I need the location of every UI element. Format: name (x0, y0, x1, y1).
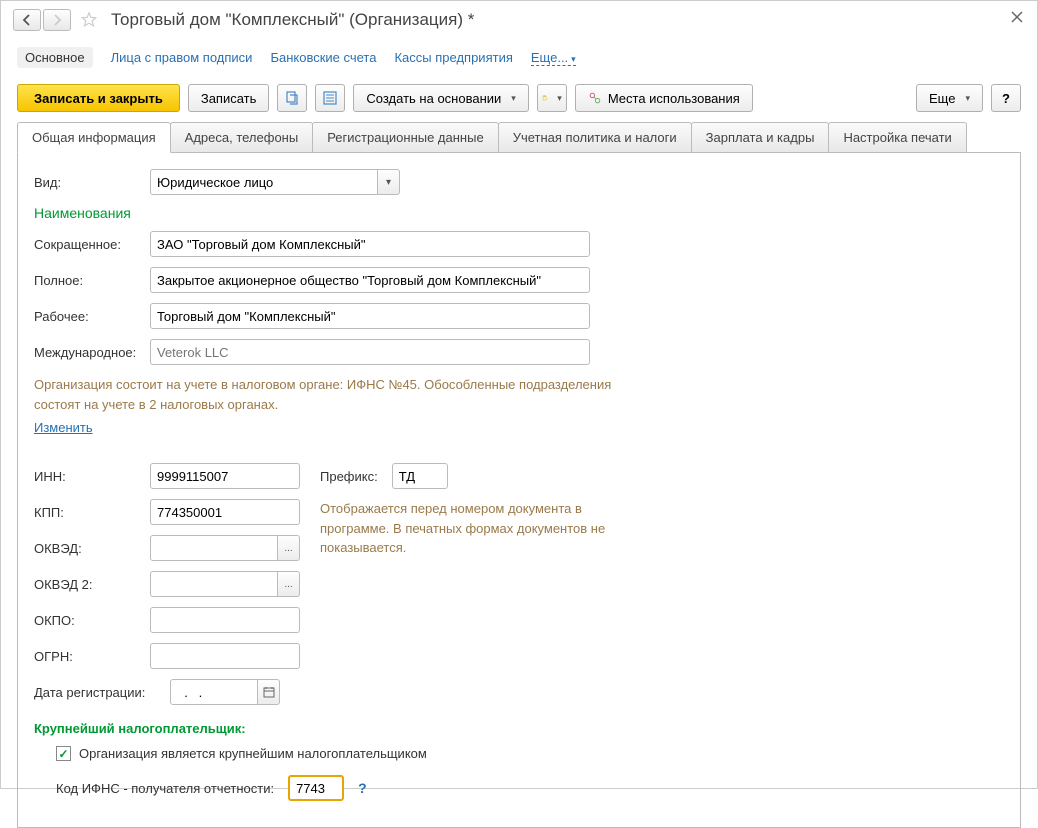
usage-places-button[interactable]: Места использования (575, 84, 753, 112)
topnav-signatories[interactable]: Лица с правом подписи (111, 50, 253, 66)
major-taxpayer-head: Крупнейший налогоплательщик: (34, 721, 1004, 736)
clipboard-icon (542, 90, 547, 106)
okved-input[interactable] (150, 535, 278, 561)
inn-label: ИНН: (34, 469, 142, 484)
close-button[interactable] (1011, 11, 1023, 23)
okved2-input[interactable] (150, 571, 278, 597)
topnav-main[interactable]: Основное (17, 47, 93, 68)
kpp-input[interactable] (150, 499, 300, 525)
intl-name-label: Международное: (34, 345, 142, 360)
full-name-input[interactable] (150, 267, 590, 293)
nav-forward-button[interactable] (43, 9, 71, 31)
ogrn-input[interactable] (150, 643, 300, 669)
reg-date-label: Дата регистрации: (34, 685, 162, 700)
kind-label: Вид: (34, 175, 142, 190)
kpp-label: КПП: (34, 505, 142, 520)
link-icon (588, 91, 602, 105)
change-link[interactable]: Изменить (34, 420, 93, 435)
topnav-more[interactable]: Еще...▾ (531, 50, 576, 66)
prefix-label: Префикс: (320, 469, 378, 484)
names-section-head: Наименования (34, 205, 1004, 221)
tab-addresses[interactable]: Адреса, телефоны (170, 122, 314, 152)
window-title: Торговый дом "Комплексный" (Организация)… (111, 10, 474, 30)
help-button[interactable]: ? (991, 84, 1021, 112)
tax-info-text: Организация состоит на учете в налоговом… (34, 375, 654, 414)
ifns-code-label: Код ИФНС - получателя отчетности: (56, 781, 274, 796)
okved-picker-button[interactable]: ... (278, 535, 300, 561)
copy-button[interactable] (277, 84, 307, 112)
copy-icon (284, 90, 300, 106)
okved2-picker-button[interactable]: ... (278, 571, 300, 597)
okpo-input[interactable] (150, 607, 300, 633)
major-taxpayer-checkbox-label: Организация является крупнейшим налогопл… (79, 746, 427, 761)
reg-date-calendar-button[interactable] (258, 679, 280, 705)
tab-print[interactable]: Настройка печати (828, 122, 966, 152)
reg-date-input[interactable] (170, 679, 258, 705)
tab-accounting[interactable]: Учетная политика и налоги (498, 122, 692, 152)
tab-payroll[interactable]: Зарплата и кадры (691, 122, 830, 152)
arrow-right-icon (49, 12, 65, 28)
ifns-code-input[interactable] (288, 775, 344, 801)
clipboard-button[interactable] (537, 84, 567, 112)
short-name-label: Сокращенное: (34, 237, 142, 252)
nav-back-button[interactable] (13, 9, 41, 31)
kind-select[interactable] (150, 169, 378, 195)
save-button[interactable]: Записать (188, 84, 270, 112)
list-icon (322, 90, 338, 106)
topnav-bank-accounts[interactable]: Банковские счета (270, 50, 376, 66)
save-close-button[interactable]: Записать и закрыть (17, 84, 180, 112)
short-name-input[interactable] (150, 231, 590, 257)
okved2-label: ОКВЭД 2: (34, 577, 142, 592)
kind-dropdown-button[interactable]: ▾ (378, 169, 400, 195)
ogrn-label: ОГРН: (34, 649, 142, 664)
major-taxpayer-checkbox[interactable] (56, 746, 71, 761)
work-name-label: Рабочее: (34, 309, 142, 324)
topnav-cash-registers[interactable]: Кассы предприятия (394, 50, 512, 66)
arrow-left-icon (19, 12, 35, 28)
prefix-input[interactable] (392, 463, 448, 489)
full-name-label: Полное: (34, 273, 142, 288)
okved-label: ОКВЭД: (34, 541, 142, 556)
okpo-label: ОКПО: (34, 613, 142, 628)
create-based-button[interactable]: Создать на основании (353, 84, 528, 112)
tab-general[interactable]: Общая информация (17, 122, 171, 153)
ifns-help-icon[interactable]: ? (358, 780, 367, 796)
intl-name-input[interactable] (150, 339, 590, 365)
close-icon (1011, 11, 1023, 23)
toolbar-more-button[interactable]: Еще (916, 84, 983, 112)
work-name-input[interactable] (150, 303, 590, 329)
favorite-star-icon[interactable] (79, 10, 99, 30)
chevron-down-icon: ▾ (571, 54, 576, 65)
tab-registration[interactable]: Регистрационные данные (312, 122, 498, 152)
prefix-description: Отображается перед номером документа в п… (320, 499, 610, 558)
calendar-icon (263, 686, 275, 698)
inn-input[interactable] (150, 463, 300, 489)
list-button[interactable] (315, 84, 345, 112)
